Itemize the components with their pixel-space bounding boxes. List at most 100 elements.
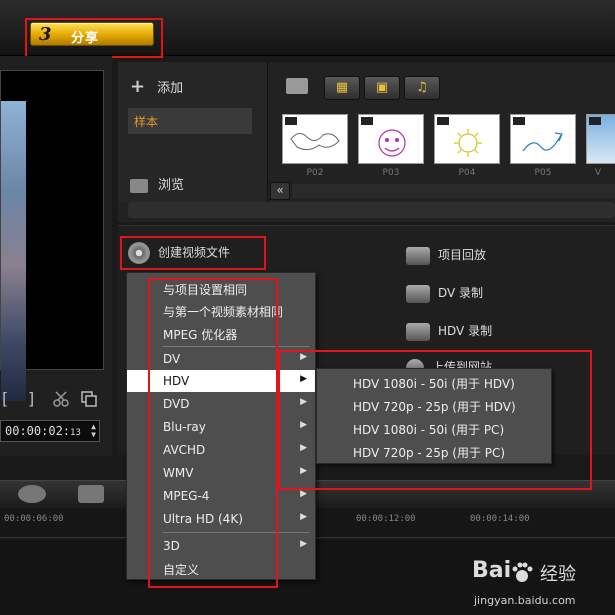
sun-sketch-icon [454, 129, 482, 157]
mark-in-button[interactable]: [ [2, 389, 8, 408]
thumbnail-p05[interactable] [510, 114, 576, 164]
menu-item-label: DVD [163, 397, 190, 411]
menu-item-bluray[interactable]: Blu-ray ▶ [127, 416, 315, 438]
menu-item-label: AVCHD [163, 443, 206, 457]
thumbnail-p04[interactable] [434, 114, 500, 164]
face-sketch-icon [378, 129, 406, 157]
add-label: 添加 [157, 81, 184, 96]
create-video-file-button[interactable]: 创建视频文件 [128, 242, 230, 264]
mark-out-button[interactable]: ] [28, 389, 34, 408]
browse-label: 浏览 [158, 178, 185, 193]
paw-icon [512, 562, 533, 582]
submenu-arrow-icon: ▶ [300, 443, 307, 453]
create-video-label: 创建视频文件 [158, 245, 231, 260]
menu-item-label: WMV [163, 466, 194, 480]
menu-item-dv[interactable]: DV ▶ [127, 348, 315, 370]
timecode-stepper-icon[interactable]: ▲ ▼ [91, 423, 96, 439]
track-manager-icon[interactable] [18, 485, 46, 503]
title-icon[interactable] [78, 485, 104, 503]
preview-panel: [ ] 00:00:02:13 ▲ ▼ [0, 56, 112, 456]
library-folder-sample[interactable]: 样本 [128, 108, 252, 134]
watermark-brand: Bai [472, 558, 512, 583]
collapse-sidebar-button[interactable]: « [270, 182, 290, 200]
thumbnail-label: P04 [458, 168, 476, 178]
copy-icon[interactable] [80, 390, 98, 408]
project-playback-button[interactable]: 项目回放 [406, 246, 486, 265]
library-sidebar: + 添加 样本 浏览 [118, 62, 268, 202]
thumbnail-label: P03 [382, 168, 400, 178]
hdv-record-label: HDV 录制 [438, 324, 493, 338]
menu-item-label: MPEG-4 [163, 489, 210, 503]
map-sketch-icon [290, 133, 340, 151]
menu-item-same-as-project[interactable]: 与项目设置相同 [127, 277, 315, 299]
menu-item-label: HDV [163, 374, 190, 388]
preview-image [1, 101, 26, 401]
browse-button[interactable]: 浏览 [130, 174, 184, 193]
submenu-arrow-icon: ▶ [300, 466, 307, 476]
menu-item-label: Ultra HD (4K) [163, 512, 243, 526]
video-tag-icon [437, 117, 449, 125]
menu-item-avchd[interactable]: AVCHD ▶ [127, 439, 315, 461]
thumbnail-p02[interactable] [282, 114, 348, 164]
submenu-arrow-icon: ▶ [300, 397, 307, 407]
project-playback-label: 项目回放 [438, 248, 487, 262]
menu-item-hdv[interactable]: HDV ▶ [127, 370, 315, 392]
menu-item-same-as-first-clip[interactable]: 与第一个视频素材相同 [127, 299, 315, 321]
menu-item-label: 自定义 [163, 563, 200, 577]
video-filter-button[interactable]: ▦ [324, 76, 360, 100]
dv-record-button[interactable]: DV 录制 [406, 284, 483, 303]
step-number: 3 [39, 24, 52, 45]
arrow-sketch-icon [522, 132, 563, 152]
hdv-submenu: HDV 1080i - 50i (用于 HDV) HDV 720p - 25p … [316, 368, 552, 464]
browse-icon [130, 178, 148, 193]
submenu-item-hdv-720p-hdv[interactable]: HDV 720p - 25p (用于 HDV) [317, 394, 551, 416]
video-editor-window: 3 分享 [ ] 00:00:02:13 ▲ ▼ + 添加 样本 浏览 ▦ ▣ … [0, 0, 615, 615]
create-video-menu: 与项目设置相同 与第一个视频素材相同 MPEG 优化器 DV ▶ HDV ▶ DVD… [126, 272, 316, 580]
timecode-display[interactable]: 00:00:02:13 ▲ ▼ [0, 420, 100, 442]
video-tag-icon [361, 117, 373, 125]
video-tag-icon [589, 117, 601, 125]
thumbnail-strip: P02 P03 P04 P05 V [278, 114, 615, 184]
menu-item-custom[interactable]: 自定义 [127, 557, 315, 579]
submenu-item-hdv-1080i-hdv[interactable]: HDV 1080i - 50i (用于 HDV) [317, 371, 551, 393]
menu-item-label: 与项目设置相同 [163, 283, 248, 297]
menu-item-mpeg-optimizer[interactable]: MPEG 优化器 [127, 322, 315, 344]
step-label: 分享 [71, 31, 100, 46]
watermark-brand-suffix: 经验 [540, 564, 576, 585]
baidu-watermark: Bai 经验 jingyan.baidu.com [472, 558, 612, 612]
menu-item-ultra-hd[interactable]: Ultra HD (4K) ▶ [127, 508, 315, 530]
video-tag-icon [285, 117, 297, 125]
scissors-icon[interactable] [52, 390, 70, 408]
timecode-main: 00:00:02: [5, 424, 71, 438]
timecode-frame: 13 [70, 428, 81, 438]
library-status-bar [128, 202, 615, 218]
submenu-arrow-icon: ▶ [300, 539, 307, 549]
menu-item-mpeg4[interactable]: MPEG-4 ▶ [127, 485, 315, 507]
thumbnail-v[interactable] [586, 114, 615, 164]
submenu-item-hdv-720p-pc[interactable]: HDV 720p - 25p (用于 PC) [317, 440, 551, 462]
folder-icon[interactable] [286, 78, 308, 94]
thumbnail-p03[interactable] [358, 114, 424, 164]
submenu-arrow-icon: ▶ [300, 512, 307, 522]
menu-item-label: Blu-ray [163, 420, 206, 434]
plus-icon: + [130, 76, 146, 97]
dv-record-label: DV 录制 [438, 286, 484, 300]
hdv-record-button[interactable]: HDV 录制 [406, 322, 492, 341]
thumbnail-label: P02 [306, 168, 324, 178]
menu-separator [163, 346, 309, 347]
preview-window [0, 70, 104, 401]
submenu-arrow-icon: ▶ [300, 352, 307, 362]
photo-filter-button[interactable]: ▣ [364, 76, 400, 100]
film-reel-icon [128, 242, 150, 264]
library-scrollbar[interactable] [292, 184, 615, 198]
menu-item-wmv[interactable]: WMV ▶ [127, 462, 315, 484]
submenu-item-hdv-1080i-pc[interactable]: HDV 1080i - 50i (用于 PC) [317, 417, 551, 439]
add-folder-button[interactable]: + 添加 [130, 76, 183, 97]
menu-item-3d[interactable]: 3D ▶ [127, 535, 315, 557]
menu-item-dvd[interactable]: DVD ▶ [127, 393, 315, 415]
top-bar: 3 分享 [0, 0, 615, 56]
share-step-tab[interactable]: 3 分享 [30, 22, 154, 46]
music-filter-button[interactable]: ♫ [404, 76, 440, 100]
ruler-tick-label: 00:00:06:00 [4, 514, 64, 524]
submenu-arrow-icon: ▶ [300, 489, 307, 499]
